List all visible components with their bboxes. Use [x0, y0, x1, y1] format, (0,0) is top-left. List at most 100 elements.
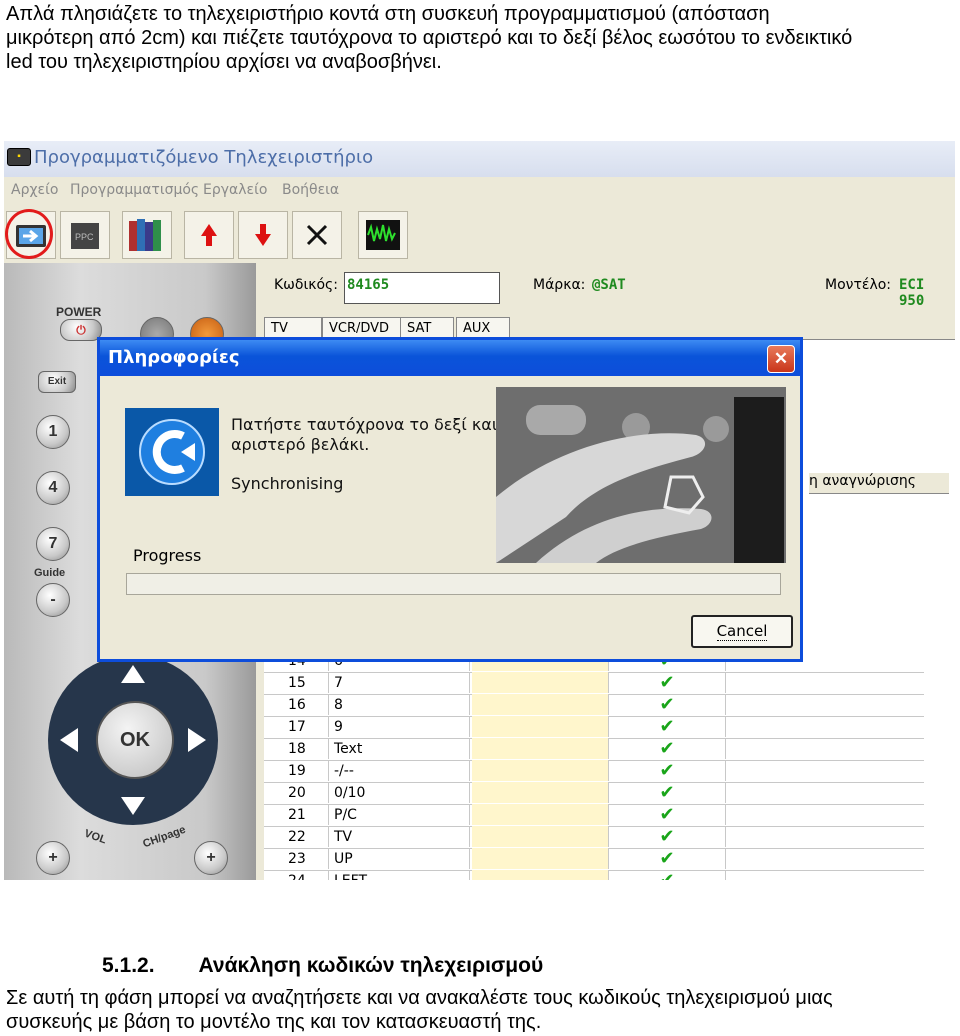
- signal-button[interactable]: [358, 211, 408, 259]
- check-icon: ✔: [609, 760, 726, 781]
- row-code-cell: [472, 672, 609, 693]
- section-heading: 5.1.2. Ανάκληση κωδικών τηλεχειρισμού: [102, 954, 543, 978]
- dialog-message-line2: αριστερό βελάκι.: [231, 435, 370, 454]
- table-row[interactable]: 18 Text ✔: [264, 738, 924, 761]
- toolbar: PPC: [4, 207, 955, 263]
- brand-label: Μάρκα:: [533, 277, 586, 293]
- row-key: 8: [330, 694, 470, 715]
- row-number: 20: [264, 782, 329, 803]
- chip-icon: PPC: [71, 223, 99, 249]
- check-icon: ✔: [609, 870, 726, 880]
- row-key: LEFT: [330, 870, 470, 880]
- digit-1-button: 1: [36, 415, 70, 449]
- delete-button[interactable]: [292, 211, 342, 259]
- model-value: ECI 950: [899, 277, 925, 309]
- table-row[interactable]: 15 7 ✔: [264, 672, 924, 695]
- body-line: συσκευής με βάση το μοντέλο της και τον …: [6, 1011, 542, 1033]
- row-number: 19: [264, 760, 329, 781]
- library-button[interactable]: [122, 211, 172, 259]
- dialog-message-line1: Πατήστε ταυτόχρονα το δεξί και: [231, 415, 498, 434]
- check-icon: ✔: [609, 672, 726, 693]
- table-row[interactable]: 24LEFT ✔: [264, 870, 924, 880]
- move-up-button[interactable]: [184, 211, 234, 259]
- check-icon: ✔: [609, 826, 726, 847]
- move-down-button[interactable]: [238, 211, 288, 259]
- table-row[interactable]: 21 P/C ✔: [264, 804, 924, 827]
- row-code-cell: [472, 716, 609, 737]
- row-number: 16: [264, 694, 329, 715]
- books-icon: [129, 219, 161, 251]
- table-row[interactable]: 22 TV ✔: [264, 826, 924, 849]
- row-key: TV: [330, 826, 470, 847]
- row-code-cell: [472, 826, 609, 847]
- section-number: 5.1.2.: [102, 954, 155, 977]
- menu-bar: Αρχείο Προγραμματισμός Εργαλείο Βοήθεια: [4, 177, 955, 208]
- row-code-cell: [472, 804, 609, 825]
- info-dialog: Πληροφορίες ✕ Πατήστε ταυτόχρονα το δεξί…: [97, 337, 803, 662]
- table-row[interactable]: 17 9 ✔: [264, 716, 924, 739]
- intro-line: led του τηλεχειριστηρίου αρχίσει να αναβ…: [6, 51, 442, 73]
- row-number: 18: [264, 738, 329, 759]
- row-key: UP: [330, 848, 470, 869]
- menu-programming[interactable]: Προγραμματισμός: [70, 182, 199, 198]
- table-row[interactable]: 23 UP ✔: [264, 848, 924, 871]
- row-code-cell: [472, 738, 609, 759]
- cancel-label: Cancel: [716, 622, 768, 641]
- waveform-icon: [366, 220, 400, 250]
- recognition-column-header: η αναγνώρισης: [809, 473, 949, 494]
- row-code-cell: [472, 870, 609, 880]
- code-label: Κωδικός:: [274, 277, 338, 293]
- row-key: 0/10: [330, 782, 470, 803]
- model-label: Μοντέλο:: [825, 277, 892, 293]
- brand-value: @SAT: [592, 277, 626, 293]
- intro-line: Απλά πλησιάζετε το τηλεχειριστήριο κοντά…: [6, 3, 770, 25]
- menu-tools[interactable]: Εργαλείο: [203, 182, 267, 198]
- row-number: 22: [264, 826, 329, 847]
- row-number: 24: [264, 870, 329, 880]
- highlight-circle: [5, 209, 53, 259]
- digit-7-button: 7: [36, 527, 70, 561]
- menu-file[interactable]: Αρχείο: [11, 182, 58, 198]
- arrow-up-icon: [201, 224, 217, 246]
- menu-help[interactable]: Βοήθεια: [282, 182, 339, 198]
- dialog-title: Πληροφορίες: [108, 347, 240, 368]
- dialog-status: Synchronising: [231, 474, 344, 493]
- section-title: Ανάκληση κωδικών τηλεχειρισμού: [198, 954, 544, 977]
- ok-button: OK: [96, 701, 174, 779]
- vol-label: VOL: [82, 827, 108, 847]
- intro-line: μικρότερη από 2cm) και πιέζετε ταυτόχρον…: [6, 27, 853, 49]
- check-icon: ✔: [609, 694, 726, 715]
- row-code-cell: [472, 848, 609, 869]
- remote-power-label: POWER: [56, 305, 102, 319]
- check-icon: ✔: [609, 804, 726, 825]
- window-titlebar: ▪ Προγραμματιζόμενο Τηλεχειριστήριο: [4, 141, 955, 178]
- table-row[interactable]: 19 -/-- ✔: [264, 760, 924, 783]
- arrow-down-icon: [255, 224, 271, 246]
- body-line: Σε αυτή τη φάση μπορεί να αναζητήσετε κα…: [6, 987, 833, 1009]
- code-field[interactable]: 84165: [344, 272, 500, 304]
- exit-button: Exit: [38, 371, 76, 393]
- row-code-cell: [472, 760, 609, 781]
- table-row[interactable]: 20 0/10 ✔: [264, 782, 924, 805]
- dialog-close-button[interactable]: ✕: [767, 345, 795, 373]
- row-key: Text: [330, 738, 470, 759]
- row-key: 7: [330, 672, 470, 693]
- cancel-button[interactable]: Cancel: [691, 615, 793, 648]
- progress-label: Progress: [133, 546, 202, 565]
- row-key: P/C: [330, 804, 470, 825]
- row-code-cell: [472, 694, 609, 715]
- table-row[interactable]: 16 8 ✔: [264, 694, 924, 717]
- row-number: 17: [264, 716, 329, 737]
- intro-paragraph: Απλά πλησιάζετε το τηλεχειριστήριο κοντά…: [6, 2, 951, 74]
- guide-label: Guide: [34, 567, 66, 579]
- app-icon: ▪: [7, 148, 31, 166]
- close-icon: [306, 224, 328, 246]
- check-icon: ✔: [609, 716, 726, 737]
- chip-button[interactable]: PPC: [60, 211, 110, 259]
- ch-label: CH/page: [141, 823, 188, 851]
- row-key: -/--: [330, 760, 470, 781]
- check-icon: ✔: [609, 848, 726, 869]
- window-title: Προγραμματιζόμενο Τηλεχειριστήριο: [34, 147, 374, 168]
- row-number: 21: [264, 804, 329, 825]
- dialog-titlebar: Πληροφορίες ✕: [100, 340, 800, 376]
